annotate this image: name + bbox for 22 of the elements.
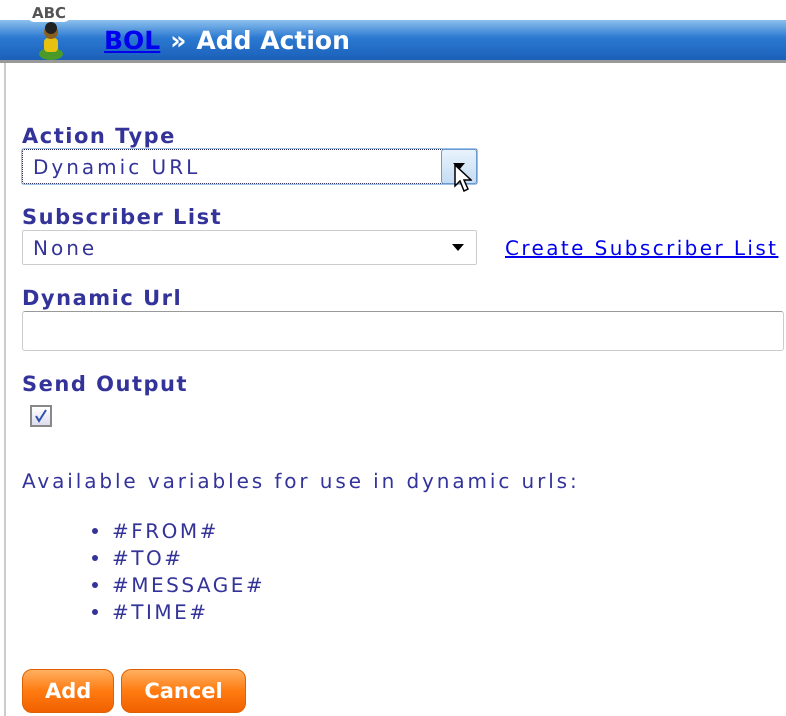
mouse-cursor-icon [454,164,472,192]
breadcrumb-separator: » [170,26,186,54]
checkmark-icon [34,409,48,423]
variable-name: #FROM# [112,518,219,542]
checkbox[interactable] [30,405,52,427]
variable-name: #TIME# [112,600,209,624]
field-label: Subscriber List [22,204,224,230]
field-label: Action Type [22,123,177,149]
bullet-icon [92,554,98,560]
bullet-icon [92,608,98,614]
dropdown[interactable]: None [22,230,477,265]
text-field[interactable] [22,311,784,351]
field-label: Dynamic Url [22,285,184,311]
bullet-icon [92,528,98,534]
bullet-icon [92,582,98,588]
help-text: Available variables for use in dynamic urls: [22,469,581,493]
caret-icon [452,244,464,252]
field-label: Send Output [22,371,190,397]
create-subscriber-link[interactable]: Create Subscriber List [505,236,778,260]
variable-name: #MESSAGE# [112,572,266,596]
page-title: Add Action [196,26,350,54]
variable-name: #TO# [112,546,184,570]
